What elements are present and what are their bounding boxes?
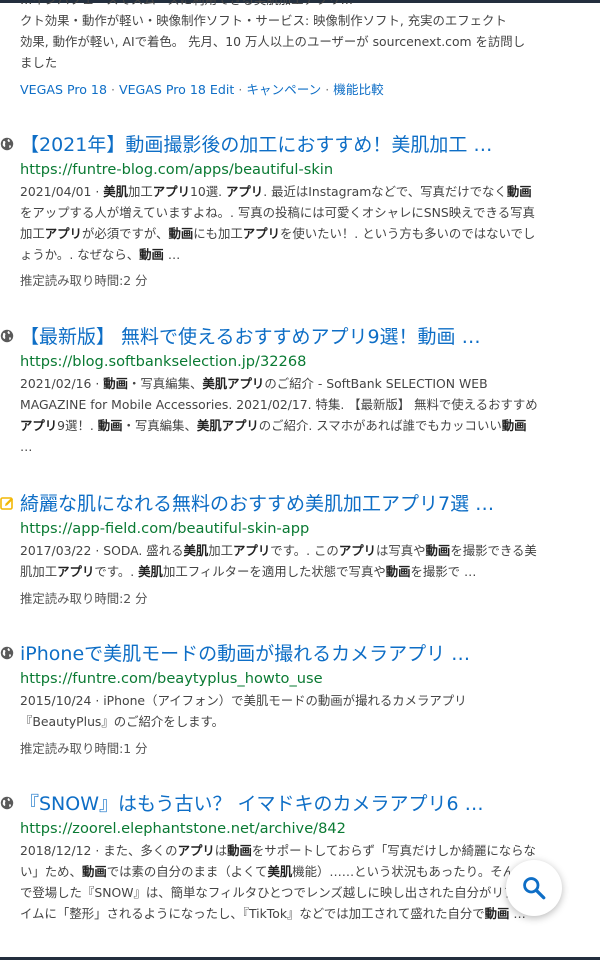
snippet-keyword: アプリ xyxy=(20,418,58,433)
snippet-text: 2021/02/16 · xyxy=(20,376,104,391)
snippet-keyword: 動画 xyxy=(501,418,527,433)
sitelink-separator: · xyxy=(325,82,330,97)
sitelink-vegas-pro-18[interactable]: VEGAS Pro 18 xyxy=(20,82,107,97)
snippet-text: ・写真編集、 xyxy=(122,418,197,433)
snippet-text: にも加工 xyxy=(193,226,243,241)
search-icon xyxy=(523,877,546,900)
globe-icon xyxy=(0,137,14,151)
snippet-keyword: 動画 xyxy=(484,906,510,921)
snippet-text: 加工フィルターを適用した状態で写真や xyxy=(162,564,386,579)
sitelink-campaign[interactable]: キャンペーン xyxy=(246,82,321,97)
snippet-text: は xyxy=(214,843,228,858)
snippet-keyword: アプリ xyxy=(226,184,264,199)
search-fab-button[interactable] xyxy=(506,860,562,916)
snippet-keyword: 美肌 xyxy=(138,564,163,579)
snippet-keyword: アプリ xyxy=(233,543,271,558)
result-title-link[interactable]: 綺麗な肌になれる無料のおすすめ美肌加工アプリ7選 … xyxy=(20,492,520,516)
snippet-text: 加工 xyxy=(208,543,234,558)
snippet-keyword: 動画 xyxy=(425,543,451,558)
snippet-text: は写真や xyxy=(375,543,426,558)
search-result: 【最新版】 無料で使えるおすすめアプリ9選！動画 … https://blog.… xyxy=(0,325,600,465)
snippet-keyword: 美肌アプリ xyxy=(196,418,259,433)
snippet-text: 2021/04/01 · xyxy=(20,184,104,199)
snippet-text: 2017/03/22 · SODA. 盛れる xyxy=(20,543,184,558)
snippet-keyword: アプリ xyxy=(242,226,280,241)
snippet-keyword: アプリ xyxy=(152,184,190,199)
snippet-keyword: 動画 xyxy=(168,226,194,241)
search-result: 【2021年】動画撮影後の加工におすすめ！美肌加工 … https://funt… xyxy=(0,133,600,293)
result-title-link[interactable]: 【最新版】 無料で使えるおすすめアプリ9選！動画 … xyxy=(20,325,520,349)
result-snippet: …インパフェースでスムーズに利用できる美肌加工アプリ… クト効果・動作が軽い・映… xyxy=(20,0,545,73)
read-time: 推定読み取り時間:2 分 xyxy=(20,273,148,288)
snippet-keyword: 美肌 xyxy=(267,864,293,879)
snippet-keyword: 美肌 xyxy=(183,543,209,558)
snippet-text: を撮影で … xyxy=(410,564,477,579)
snippet-line: クト効果・動作が軽い・映像制作ソフト・サービス: 映像制作ソフト, 充実のエフェ… xyxy=(20,13,507,28)
result-snippet: 2017/03/22 · SODA. 盛れる美肌加工アプリです。. このアプリは… xyxy=(20,540,542,582)
snippet-text: … xyxy=(163,247,181,262)
snippet-text: 加工 xyxy=(128,184,153,199)
snippet-keyword: 動画 xyxy=(81,864,107,879)
snippet-text: … xyxy=(20,439,33,454)
result-url[interactable]: https://blog.softbankselection.jp/32268 xyxy=(20,352,306,372)
result-snippet: 2018/12/12 · また、多くのアプリは動画をサポートしておらず「写真だけ… xyxy=(20,840,542,924)
snippet-keyword: 動画 xyxy=(103,376,129,391)
pencil-icon xyxy=(0,497,13,510)
partial-result: …インパフェースでスムーズに利用できる美肌加工アプリ… クト効果・動作が軽い・映… xyxy=(20,0,545,74)
result-title-link[interactable]: iPhoneで美肌モードの動画が撮れるカメラアプリ … xyxy=(20,642,520,666)
result-url[interactable]: https://funtre.com/beaytyplus_howto_use xyxy=(20,669,323,689)
snippet-keyword: 動画 xyxy=(97,418,123,433)
globe-icon xyxy=(0,329,14,343)
snippet-keyword: 動画 xyxy=(385,564,411,579)
result-snippet: 2021/02/16 · 動画・写真編集、美肌アプリのご紹介 - SoftBan… xyxy=(20,373,542,457)
result-title-link[interactable]: 【2021年】動画撮影後の加工におすすめ！美肌加工 … xyxy=(20,133,520,157)
sitelink-separator: · xyxy=(110,82,115,97)
snippet-text: ・写真編集、 xyxy=(128,376,203,391)
snippet-line: ました xyxy=(20,55,58,70)
sitelink-separator: · xyxy=(238,82,243,97)
snippet-keyword: アプリ xyxy=(44,226,82,241)
result-url[interactable]: https://zoorel.elephantstone.net/archive… xyxy=(20,819,346,839)
snippet-text: が必須ですが、 xyxy=(81,226,169,241)
result-snippet: 2015/10/24 · iPhone（アイフォン）で美肌モードの動画が撮れるカ… xyxy=(20,690,490,732)
snippet-keyword: 美肌アプリ xyxy=(202,376,265,391)
result-snippet: 2021/04/01 · 美肌加工アプリ10選. アプリ. 最近はInstagr… xyxy=(20,181,542,265)
read-time: 推定読み取り時間:2 分 xyxy=(20,591,148,606)
snippet-text: のご紹介. スマホがあれば誰でもカッコいい xyxy=(258,418,502,433)
snippet-text: では素の自分のまま（よくて xyxy=(106,864,268,879)
sitelink-feature-compare[interactable]: 機能比較 xyxy=(333,82,383,97)
snippet-text: . 最近はInstagramなどで、写真だけでなく xyxy=(263,184,507,199)
snippet-text: です。. xyxy=(94,564,139,579)
snippet-text: 10選. xyxy=(189,184,227,199)
result-url[interactable]: https://app-field.com/beautiful-skin-app xyxy=(20,519,309,539)
snippet-keyword: 動画 xyxy=(227,843,252,858)
snippet-keyword: 動画 xyxy=(139,247,164,262)
sitelinks: VEGAS Pro 18 · VEGAS Pro 18 Edit · キャンペーン · 機能… xyxy=(20,79,384,98)
search-result: 綺麗な肌になれる無料のおすすめ美肌加工アプリ7選 … https://app-f… xyxy=(0,492,600,612)
globe-icon xyxy=(0,796,14,810)
result-url[interactable]: https://funtre-blog.com/apps/beautiful-s… xyxy=(20,160,333,180)
snippet-line: …インパフェースでスムーズに利用できる美肌加工アプリ… xyxy=(20,0,545,10)
search-result: iPhoneで美肌モードの動画が撮れるカメラアプリ … https://funt… xyxy=(0,642,600,762)
snippet-keyword: 美肌 xyxy=(103,184,129,199)
snippet-text: です。. この xyxy=(270,543,339,558)
globe-icon xyxy=(0,646,14,660)
snippet-text: 9選！. xyxy=(57,418,98,433)
snippet-keyword: 動画 xyxy=(506,184,532,199)
snippet-keyword: アプリ xyxy=(57,564,95,579)
result-title-link[interactable]: 『SNOW』はもう古い？ イマドキのカメラアプリ6 … xyxy=(20,792,520,816)
snippet-keyword: アプリ xyxy=(338,543,376,558)
sitelink-vegas-pro-18-edit[interactable]: VEGAS Pro 18 Edit xyxy=(119,82,234,97)
snippet-keyword: アプリ xyxy=(177,843,215,858)
read-time: 推定読み取り時間:1 分 xyxy=(20,741,148,756)
snippet-text: 2015/10/24 · iPhone（アイフォン）で美肌モードの動画が撮れるカ… xyxy=(20,693,467,729)
snippet-text: 2018/12/12 · また、多くの xyxy=(20,843,178,858)
snippet-line: 効果, 動作が軽い, AIで着色。 先月、10 万人以上のユーザーが sourc… xyxy=(20,34,526,49)
